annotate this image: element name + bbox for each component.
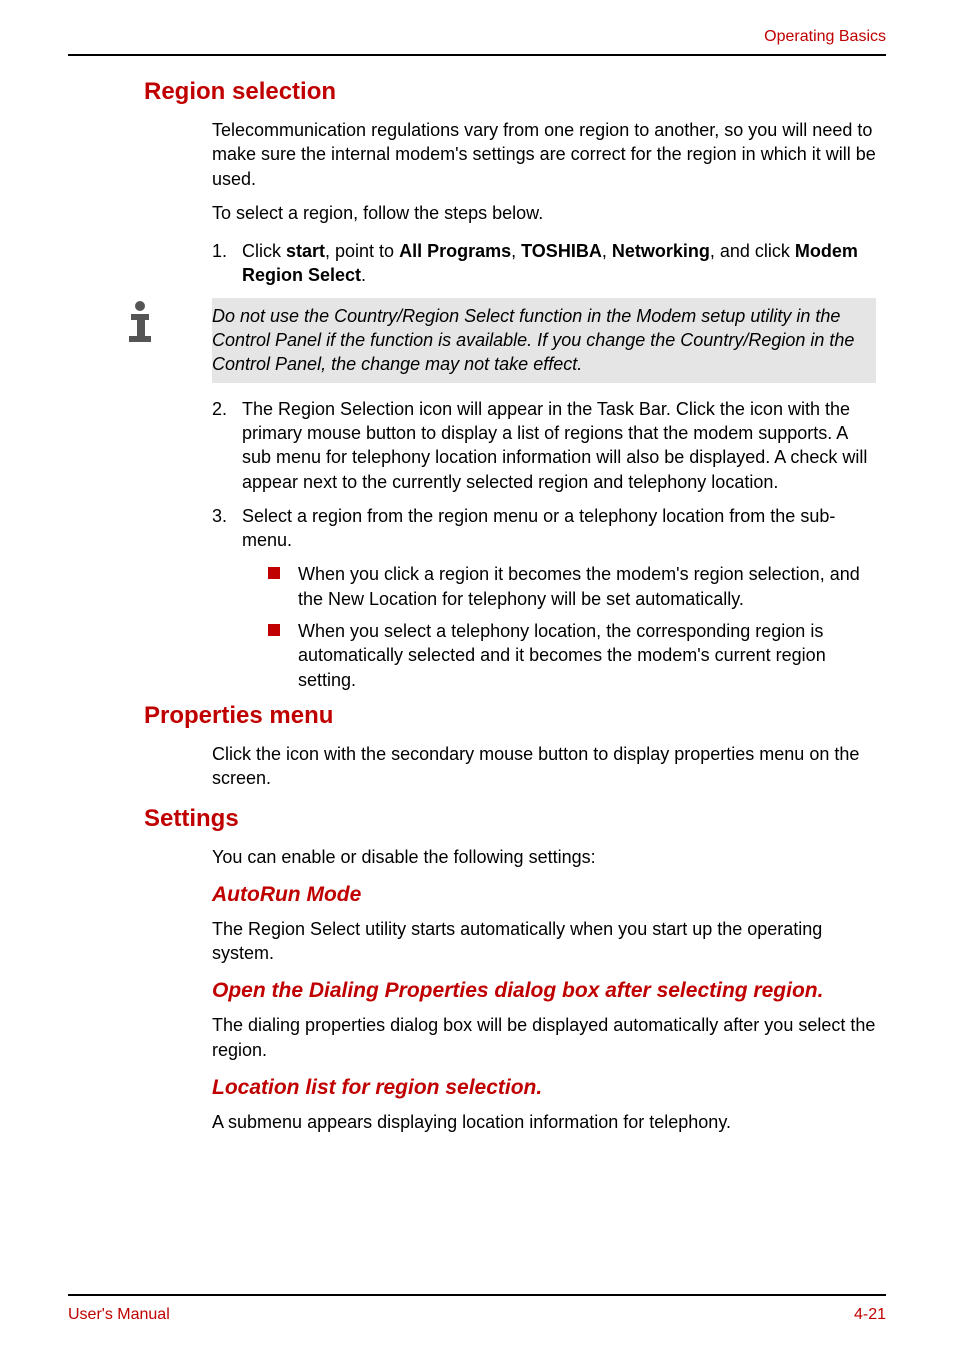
text: .: [361, 265, 366, 285]
text: , and click: [710, 241, 795, 261]
list-item: 2. The Region Selection icon will appear…: [212, 397, 876, 494]
info-icon-svg: [121, 300, 159, 344]
heading-settings: Settings: [144, 805, 886, 833]
info-icon: [68, 298, 212, 344]
paragraph: You can enable or disable the following …: [212, 845, 876, 869]
page: Operating Basics Region selection Teleco…: [0, 0, 954, 1352]
bullet-text: When you click a region it becomes the m…: [298, 562, 876, 611]
footer-left: User's Manual: [68, 1306, 170, 1324]
text: ,: [511, 241, 521, 261]
paragraph: Click the icon with the secondary mouse …: [212, 742, 876, 791]
list-item: 3. Select a region from the region menu …: [212, 504, 876, 553]
bold-text: Networking: [612, 241, 710, 261]
subheading-location-list: Location list for region selection.: [212, 1076, 876, 1100]
text: , point to: [325, 241, 399, 261]
list-text: Click start, point to All Programs, TOSH…: [242, 239, 876, 288]
paragraph-text: You can enable or disable the following …: [212, 845, 876, 869]
bold-text: start: [286, 241, 325, 261]
bullet-item: When you select a telephony location, th…: [268, 619, 876, 692]
bullet-text: When you select a telephony location, th…: [298, 619, 876, 692]
paragraph-text: A submenu appears displaying location in…: [212, 1110, 876, 1134]
text: Click: [242, 241, 286, 261]
paragraph-text: The Region Select utility starts automat…: [212, 917, 876, 966]
paragraph-text: Telecommunication regulations vary from …: [212, 118, 876, 191]
page-footer: User's Manual 4-21: [68, 1294, 886, 1324]
list-text: Select a region from the region menu or …: [242, 504, 876, 553]
list-text: The Region Selection icon will appear in…: [242, 397, 876, 494]
heading-region-selection: Region selection: [144, 78, 886, 106]
list-number: 3.: [212, 504, 242, 553]
text: ,: [602, 241, 612, 261]
page-content: Region selection Telecommunication regul…: [68, 78, 886, 1294]
list-number: 1.: [212, 239, 242, 288]
paragraph: Telecommunication regulations vary from …: [212, 118, 876, 225]
subheading-autorun: AutoRun Mode: [212, 883, 876, 907]
header-section: Operating Basics: [764, 28, 886, 46]
paragraph-text: To select a region, follow the steps bel…: [212, 201, 876, 225]
bold-text: All Programs: [399, 241, 511, 261]
paragraph-text: Click the icon with the secondary mouse …: [212, 742, 876, 791]
subheading-dialing-properties: Open the Dialing Properties dialog box a…: [212, 979, 876, 1003]
note: Do not use the Country/Region Select fun…: [68, 298, 886, 383]
note-text: Do not use the Country/Region Select fun…: [212, 298, 876, 383]
list-number: 2.: [212, 397, 242, 494]
paragraph-text: The dialing properties dialog box will b…: [212, 1013, 876, 1062]
page-header: Operating Basics: [68, 28, 886, 56]
bold-text: TOSHIBA: [521, 241, 602, 261]
list-item: 1. Click start, point to All Programs, T…: [212, 239, 876, 288]
heading-properties-menu: Properties menu: [144, 702, 886, 730]
paragraph: The Region Select utility starts automat…: [212, 917, 876, 966]
bullet-square-icon: [268, 619, 298, 692]
bullet-item: When you click a region it becomes the m…: [268, 562, 876, 611]
paragraph: A submenu appears displaying location in…: [212, 1110, 876, 1134]
bullet-square-icon: [268, 562, 298, 611]
footer-page-number: 4-21: [854, 1306, 886, 1324]
paragraph: The dialing properties dialog box will b…: [212, 1013, 876, 1062]
